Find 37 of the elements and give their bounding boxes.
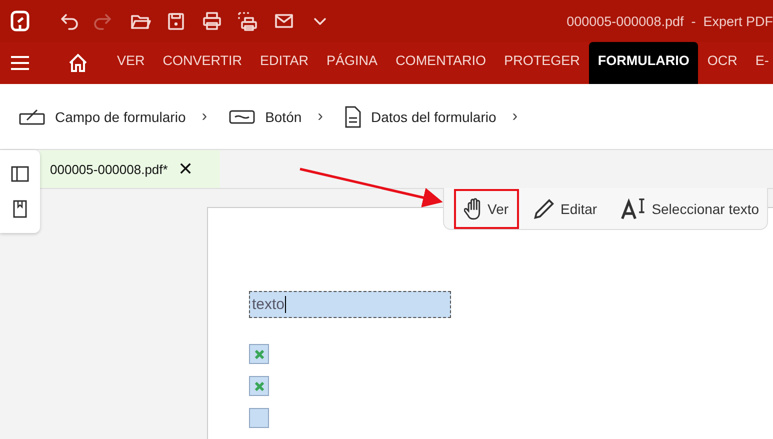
app-logo-icon — [10, 10, 30, 32]
ribbon-button[interactable]: Datos del formulario › — [344, 106, 518, 128]
window-title: 000005-000008.pdf - Expert PDF — [566, 14, 773, 28]
menu-tab[interactable]: E- — [746, 42, 773, 78]
chevron-icon: › — [318, 108, 323, 126]
tool-button[interactable]: Seleccionar texto — [611, 188, 770, 228]
tool-button[interactable]: Editar — [522, 188, 608, 228]
tab-label: 000005-000008.pdf* — [50, 162, 168, 176]
menu-tab[interactable]: FORMULARIO — [588, 42, 698, 84]
chevron-icon: › — [202, 108, 208, 126]
sidebar-icon[interactable] — [10, 164, 30, 184]
ribbon-button[interactable]: Campo de formulario › — [19, 106, 208, 128]
menu-tab[interactable]: VER — [108, 42, 154, 78]
menu-tab[interactable]: PROTEGER — [495, 42, 589, 78]
document-icon — [344, 106, 361, 128]
checkbox[interactable] — [249, 376, 269, 396]
cross-mark-icon — [254, 348, 264, 360]
menu-tab[interactable]: CONVERTIR — [154, 42, 252, 78]
document-tab[interactable]: 000005-000008.pdf* ✕ — [40, 150, 220, 188]
home-icon[interactable] — [68, 53, 88, 73]
checkbox[interactable] — [249, 344, 269, 364]
text-select-icon — [621, 198, 646, 220]
pencil-icon — [532, 198, 555, 220]
ribbon-button[interactable]: Botón › — [229, 106, 323, 128]
hand-icon — [464, 198, 482, 220]
close-button[interactable]: ✕ — [178, 158, 193, 180]
text-field[interactable]: texto — [249, 291, 451, 318]
menu-tab[interactable]: OCR — [698, 42, 746, 78]
menu-icon[interactable] — [10, 55, 30, 71]
menu-tab[interactable]: COMENTARIO — [386, 42, 496, 78]
tool-button[interactable]: Ver — [454, 188, 519, 228]
menu-tab[interactable]: EDITAR — [251, 42, 318, 78]
print-icon[interactable] — [200, 9, 224, 33]
menu-tab[interactable]: PÁGINA — [318, 42, 387, 78]
cross-mark-icon — [254, 380, 264, 392]
checkbox[interactable] — [249, 408, 269, 428]
chevron-icon: › — [512, 108, 518, 126]
